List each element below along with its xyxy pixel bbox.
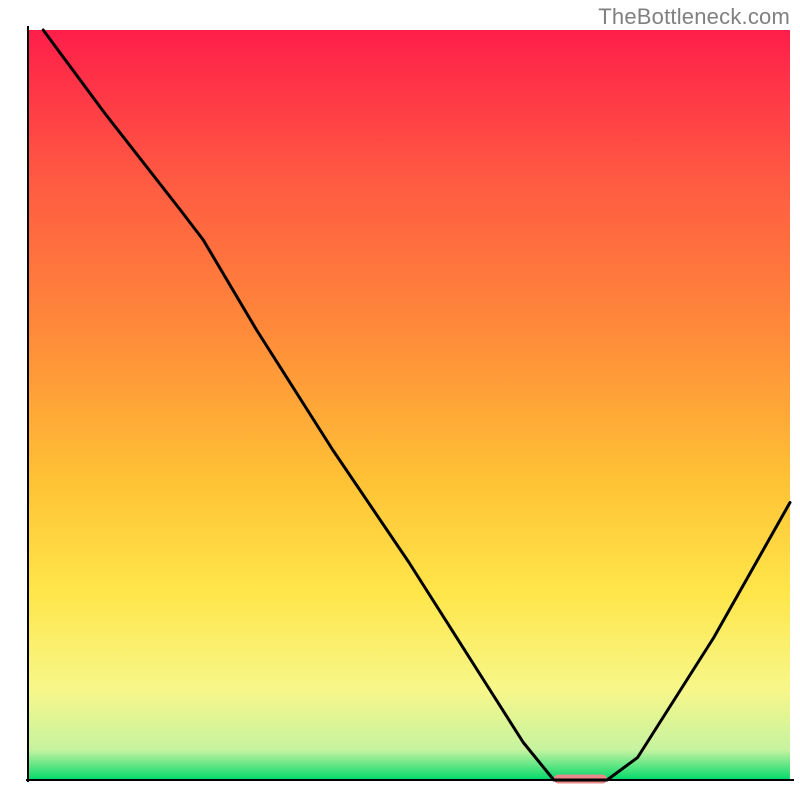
- bottleneck-chart: [0, 0, 800, 800]
- chart-container: TheBottleneck.com: [0, 0, 800, 800]
- watermark-label: TheBottleneck.com: [598, 4, 790, 30]
- plot-area: [26, 26, 794, 784]
- gradient-background: [28, 30, 790, 780]
